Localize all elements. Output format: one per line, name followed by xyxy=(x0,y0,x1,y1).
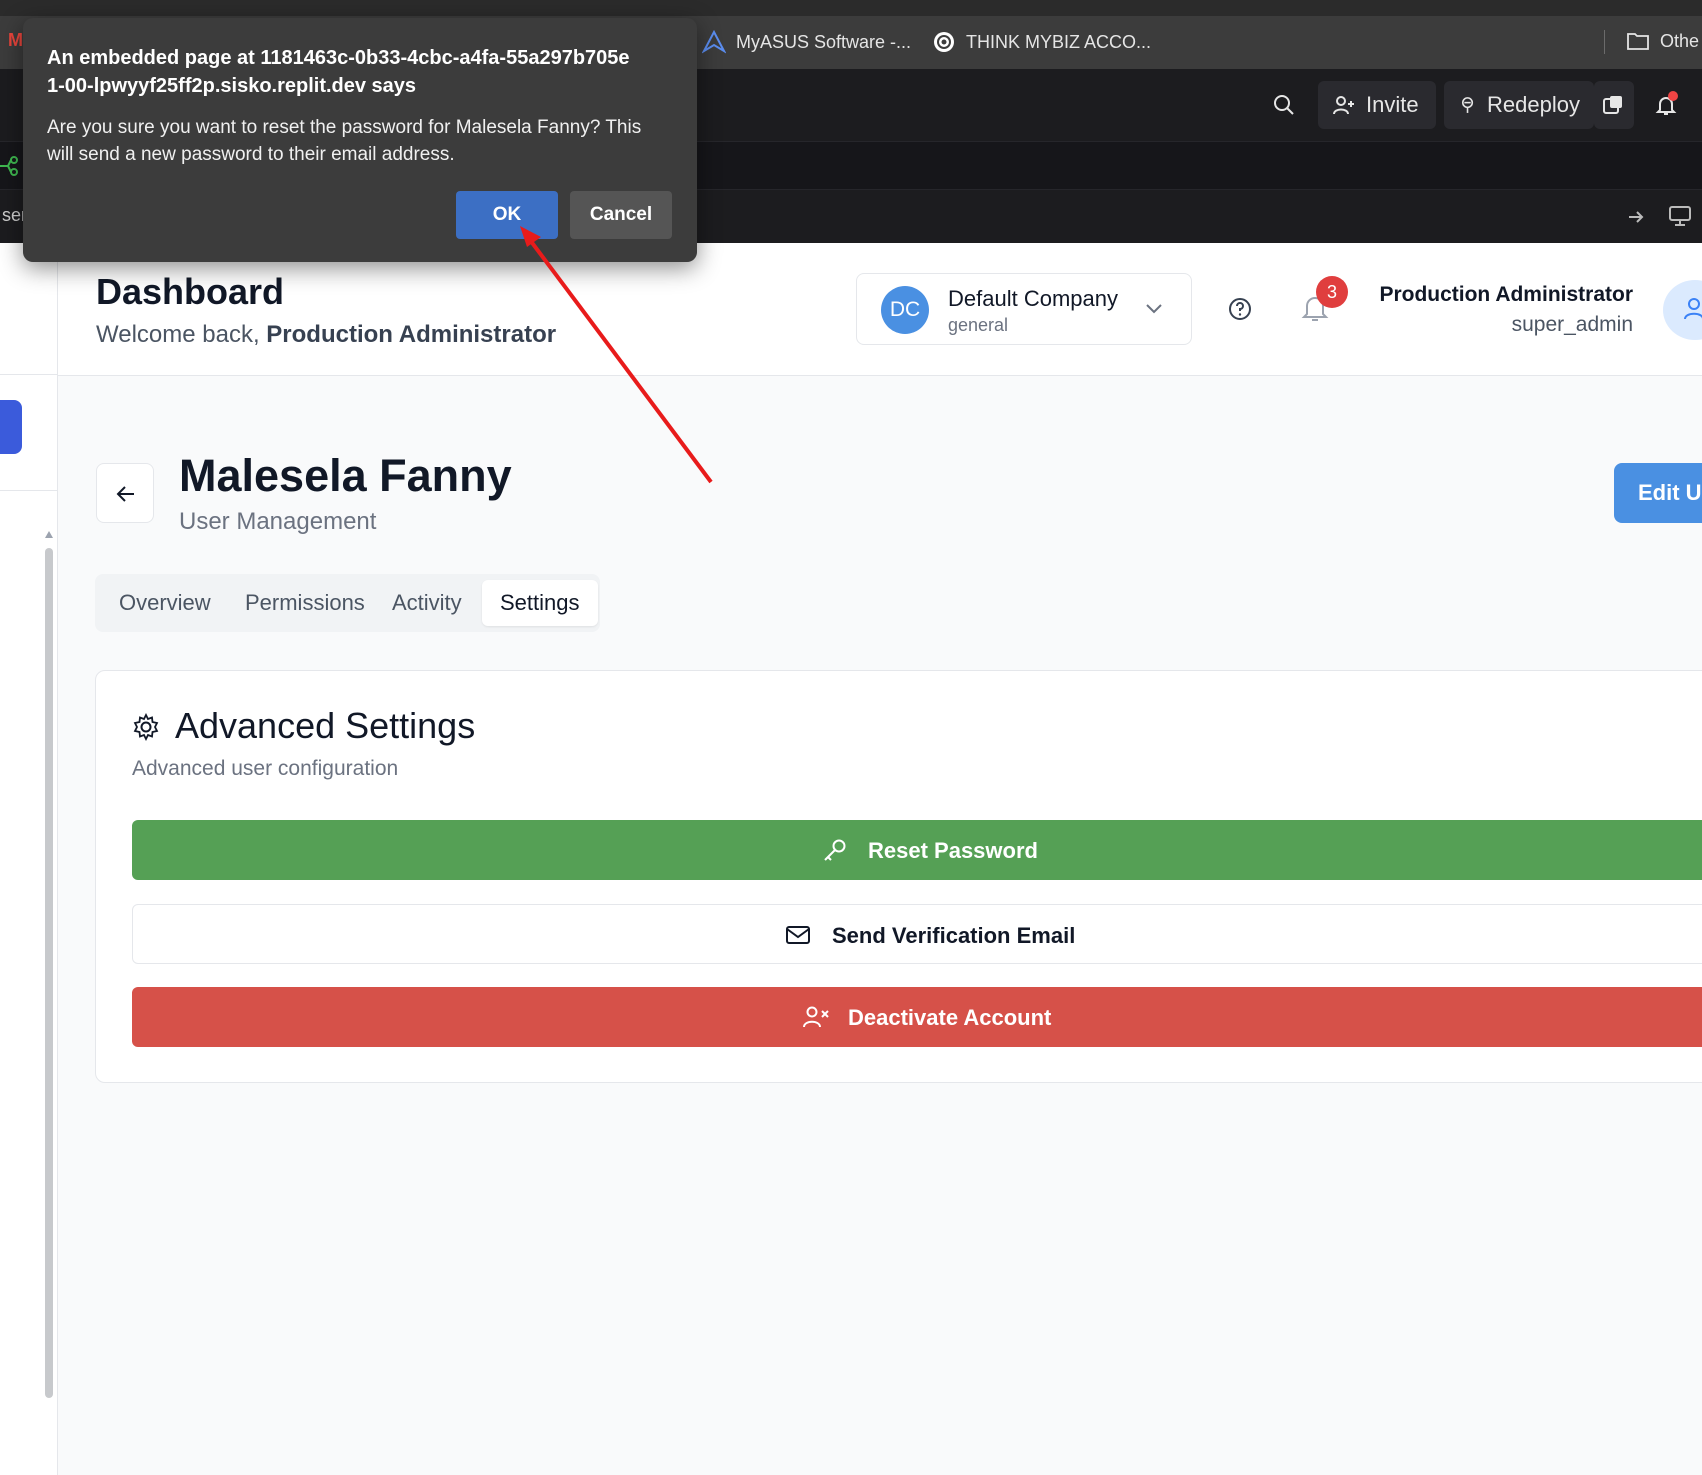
company-avatar: DC xyxy=(881,286,929,334)
dialog-title: An embedded page at 1181463c-0b33-4cbc-a… xyxy=(47,47,630,97)
send-verification-label: Send Verification Email xyxy=(832,923,1076,948)
arrow-right-icon[interactable] xyxy=(1626,207,1646,227)
company-type: general xyxy=(948,315,1009,335)
card-subtitle: Advanced user configuration xyxy=(132,757,399,780)
myasus-logo-icon xyxy=(702,30,726,54)
user-profile-subtitle: User Management xyxy=(179,508,377,535)
search-icon[interactable] xyxy=(1272,93,1296,117)
gmail-logo-icon: M xyxy=(8,30,23,50)
chevron-down-icon xyxy=(1146,304,1162,314)
monitor-icon[interactable] xyxy=(1668,205,1692,227)
sidebar-scrollbar[interactable] xyxy=(45,548,53,1398)
sidebar-scroll-up[interactable] xyxy=(45,531,53,538)
company-selector[interactable]: DC Default Company general xyxy=(856,273,1192,345)
welcome-text: Welcome back, Production Administrator xyxy=(96,321,556,349)
dialog-message: Are you sure you want to reset the passw… xyxy=(47,117,642,165)
advanced-settings-card: Advanced Settings Advanced user configur… xyxy=(95,670,1702,1083)
reset-password-button[interactable]: Reset Password xyxy=(132,820,1702,880)
bookmark-think-mybiz[interactable]: THINK MYBIZ ACCO... xyxy=(932,30,1151,54)
profile-tabs: Overview Permissions Activity Settings xyxy=(95,574,600,632)
redeploy-button[interactable]: Redeploy xyxy=(1444,81,1594,129)
user-icon xyxy=(1684,298,1702,320)
reset-password-label: Reset Password xyxy=(868,838,1038,863)
edit-user-button[interactable]: Edit Us xyxy=(1614,463,1702,523)
mail-icon xyxy=(786,926,810,944)
key-icon xyxy=(824,839,846,861)
edit-user-label: Edit Us xyxy=(1638,480,1702,505)
sidebar-divider xyxy=(0,374,58,375)
folder-icon xyxy=(1627,33,1649,50)
browser-title-bar xyxy=(0,0,1702,16)
arrow-left-icon xyxy=(116,486,134,502)
deactivate-account-button[interactable]: Deactivate Account xyxy=(132,987,1702,1047)
user-plus-icon xyxy=(1333,96,1354,115)
back-button[interactable] xyxy=(96,463,154,523)
confirm-dialog: An embedded page at 1181463c-0b33-4cbc-a… xyxy=(23,18,697,262)
notification-badge: 3 xyxy=(1316,276,1348,308)
bookmark-other[interactable]: Othe xyxy=(1626,30,1699,52)
welcome-prefix: Welcome back, xyxy=(96,321,267,348)
invite-button[interactable]: Invite xyxy=(1318,81,1436,129)
app-sidebar xyxy=(0,243,58,1475)
gear-icon xyxy=(133,713,159,741)
dialog-cancel-button[interactable]: Cancel xyxy=(570,191,672,239)
window-icon xyxy=(1603,96,1622,114)
redeploy-icon xyxy=(1461,97,1474,113)
deactivate-account-label: Deactivate Account xyxy=(848,1005,1052,1030)
card-title: Advanced Settings xyxy=(175,705,476,746)
sidebar-active-item[interactable] xyxy=(0,400,22,454)
tab-activity[interactable]: Activity xyxy=(374,580,480,626)
tab-overview[interactable]: Overview xyxy=(101,580,229,626)
page-title: Dashboard xyxy=(96,271,285,312)
bookmark-gmail[interactable]: M xyxy=(8,30,23,51)
bookmark-label: MyASUS Software -... xyxy=(736,31,912,52)
tab-settings[interactable]: Settings xyxy=(482,580,598,626)
welcome-name: Production Administrator xyxy=(266,321,557,348)
invite-label: Invite xyxy=(1366,92,1419,117)
user-role: super_admin xyxy=(1511,313,1633,336)
dialog-ok-button[interactable]: OK xyxy=(456,191,558,239)
user-profile-name: Malesela Fanny xyxy=(179,450,512,501)
send-verification-email-button[interactable]: Send Verification Email xyxy=(132,904,1702,964)
redeploy-label: Redeploy xyxy=(1487,92,1580,117)
bookmark-separator xyxy=(1604,30,1605,54)
bookmark-label: Othe xyxy=(1660,30,1700,51)
bookmark-label: THINK MYBIZ ACCO... xyxy=(966,31,1152,52)
user-name: Production Administrator xyxy=(1379,283,1633,306)
user-x-icon xyxy=(803,1006,829,1028)
openai-logo-icon xyxy=(934,32,954,52)
window-toggle-button[interactable] xyxy=(1594,81,1634,129)
git-branch-icon xyxy=(0,156,18,176)
bookmark-myasus[interactable]: MyASUS Software -... xyxy=(702,30,911,54)
tab-permissions[interactable]: Permissions xyxy=(227,580,383,626)
sidebar-divider xyxy=(0,490,58,491)
company-name: Default Company xyxy=(948,286,1118,311)
help-circle-icon[interactable] xyxy=(1228,297,1252,321)
notification-dot xyxy=(1668,91,1678,101)
